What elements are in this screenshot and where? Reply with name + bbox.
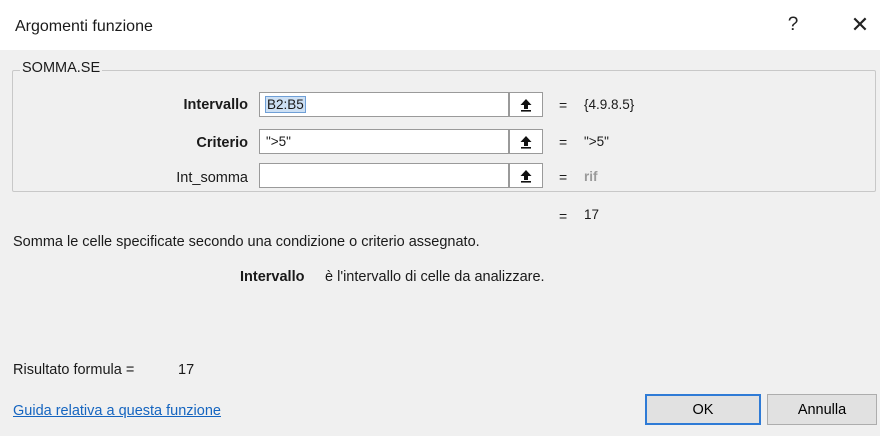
title-bar: Argomenti funzione ? ✕: [0, 0, 880, 50]
equals-sign: =: [559, 134, 568, 150]
intervallo-result: {4.9.8.5}: [584, 97, 635, 112]
arg-label-criterio: Criterio: [196, 135, 248, 151]
function-description: Somma le celle specificate secondo una c…: [13, 234, 480, 250]
int-somma-input[interactable]: [259, 163, 509, 188]
range-select-icon: [520, 169, 532, 183]
arg-label-intervallo: Intervallo: [183, 97, 248, 113]
function-name: SOMMA.SE: [20, 60, 103, 76]
current-arg-description: è l'intervallo di celle da analizzare.: [325, 269, 545, 285]
intervallo-ref-button[interactable]: [509, 92, 543, 117]
equals-sign: =: [559, 169, 568, 185]
criterio-value: ">5": [266, 134, 291, 149]
equals-sign: =: [559, 97, 568, 113]
help-button[interactable]: ?: [779, 12, 807, 38]
function-result: 17: [584, 207, 600, 222]
formula-result-value: 17: [178, 362, 195, 378]
criterio-ref-button[interactable]: [509, 129, 543, 154]
range-select-icon: [520, 135, 532, 149]
formula-result-label: Risultato formula =: [13, 362, 135, 378]
close-button[interactable]: ✕: [846, 12, 874, 38]
int-somma-ref-button[interactable]: [509, 163, 543, 188]
arg-label-int-somma: Int_somma: [176, 170, 248, 186]
cancel-button[interactable]: Annulla: [767, 394, 877, 425]
intervallo-value: B2:B5: [265, 96, 306, 113]
close-icon: ✕: [850, 12, 870, 37]
intervallo-input[interactable]: B2:B5: [259, 92, 509, 117]
int-somma-result: rif: [584, 169, 598, 184]
current-arg-name: Intervallo: [240, 269, 305, 285]
equals-sign: =: [559, 208, 568, 224]
dialog-title: Argomenti funzione: [15, 18, 153, 35]
criterio-input[interactable]: ">5": [259, 129, 509, 154]
function-help-link[interactable]: Guida relativa a questa funzione: [13, 403, 221, 419]
ok-button[interactable]: OK: [645, 394, 761, 425]
criterio-result: ">5": [584, 134, 609, 149]
range-select-icon: [520, 98, 532, 112]
question-mark-icon: ?: [787, 14, 799, 35]
